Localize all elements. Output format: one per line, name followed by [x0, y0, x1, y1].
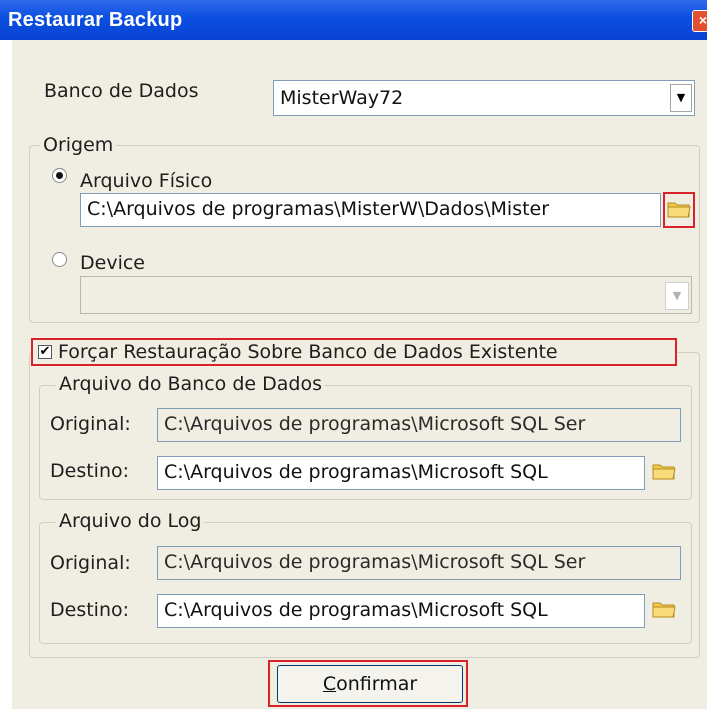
browse-button-highlight	[663, 192, 695, 228]
database-select[interactable]: MisterWay72	[273, 80, 695, 116]
database-label: Banco de Dados	[44, 80, 199, 102]
close-button[interactable]: ×	[692, 10, 707, 32]
chevron-down-icon: ▼	[672, 289, 682, 302]
window-title: Restaurar Backup	[8, 9, 183, 31]
banco-original-input[interactable]: C:\Arquivos de programas\Microsoft SQL S…	[157, 408, 681, 442]
radio-selected-dot	[56, 172, 63, 179]
arquivo-fisico-label: Arquivo Físico	[80, 170, 213, 192]
arquivo-banco-legend: Arquivo do Banco de Dados	[56, 373, 325, 395]
forcar-highlight	[31, 338, 677, 366]
log-destino-folder-icon[interactable]	[652, 599, 676, 619]
device-select[interactable]	[80, 276, 692, 314]
banco-original-label: Original:	[50, 413, 131, 435]
banco-destino-label: Destino:	[50, 460, 130, 482]
log-original-input[interactable]: C:\Arquivos de programas\Microsoft SQL S…	[157, 546, 681, 580]
banco-destino-text: C:\Arquivos de programas\Microsoft SQL	[164, 461, 548, 483]
log-original-label: Original:	[50, 552, 131, 574]
database-dropdown-button[interactable]: ▼	[670, 84, 692, 112]
banco-destino-input[interactable]: C:\Arquivos de programas\Microsoft SQL	[157, 456, 645, 490]
log-destino-text: C:\Arquivos de programas\Microsoft SQL	[164, 599, 548, 621]
radio-arquivo-fisico[interactable]	[52, 168, 67, 183]
confirmar-highlight	[268, 660, 468, 707]
close-icon: ×	[698, 12, 707, 28]
device-dropdown-button[interactable]: ▼	[665, 282, 689, 310]
origem-legend: Origem	[40, 134, 117, 156]
chevron-down-icon: ▼	[676, 91, 686, 104]
banco-destino-folder-icon[interactable]	[652, 461, 676, 481]
log-destino-label: Destino:	[50, 599, 130, 621]
title-bar[interactable]: Restaurar Backup ×	[0, 0, 707, 40]
database-selected-value: MisterWay72	[280, 87, 404, 109]
log-original-text: C:\Arquivos de programas\Microsoft SQL S…	[164, 551, 586, 573]
restore-backup-window: Restaurar Backup × Banco de Dados Mister…	[0, 0, 707, 709]
arquivo-fisico-path-input[interactable]: C:\Arquivos de programas\MisterW\Dados\M…	[80, 193, 661, 227]
log-destino-input[interactable]: C:\Arquivos de programas\Microsoft SQL	[157, 594, 645, 628]
radio-device[interactable]	[52, 252, 67, 267]
arquivo-fisico-path-text: C:\Arquivos de programas\MisterW\Dados\M…	[87, 198, 550, 220]
arquivo-log-legend: Arquivo do Log	[56, 510, 205, 532]
banco-original-text: C:\Arquivos de programas\Microsoft SQL S…	[164, 413, 586, 435]
device-label: Device	[80, 252, 145, 274]
